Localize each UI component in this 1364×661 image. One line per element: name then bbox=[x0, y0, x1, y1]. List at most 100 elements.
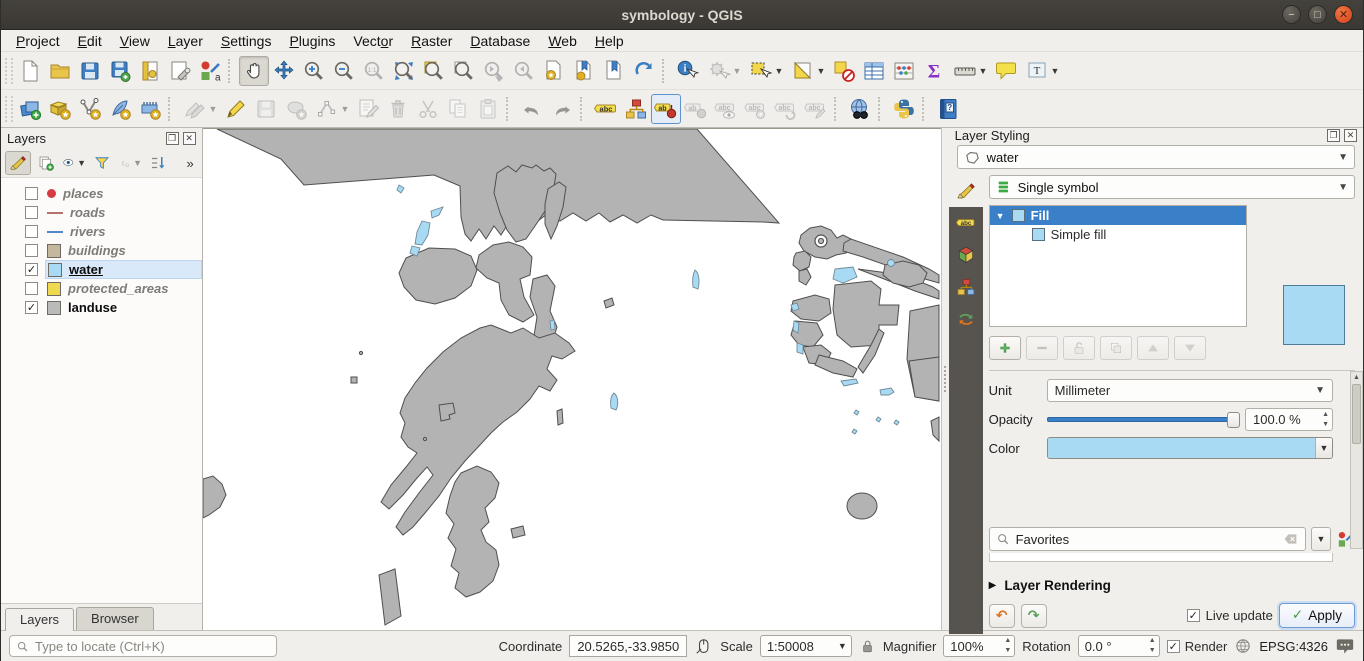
layer-name[interactable]: roads bbox=[70, 205, 105, 220]
save-layer-edits-button[interactable] bbox=[251, 94, 281, 124]
duplicate-symbol-layer-button[interactable] bbox=[1100, 336, 1132, 360]
spin-arrows-icon[interactable]: ▲▼ bbox=[1322, 410, 1329, 430]
pan-map-to-selection-button[interactable] bbox=[269, 56, 299, 86]
layer-row-body[interactable]: protected_areas bbox=[45, 280, 202, 297]
layer-row-body[interactable]: roads bbox=[45, 204, 202, 221]
open-attribute-table-button[interactable] bbox=[859, 56, 889, 86]
zoom-to-layer-button[interactable] bbox=[449, 56, 479, 86]
identify-features-button[interactable] bbox=[673, 56, 703, 86]
add-polygon-feature-button[interactable] bbox=[281, 94, 311, 124]
open-project-button[interactable] bbox=[45, 56, 75, 86]
pan-map-button[interactable] bbox=[239, 56, 269, 86]
color-button[interactable]: ▼ bbox=[1047, 437, 1333, 459]
measure-button[interactable]: ▼ bbox=[949, 56, 991, 86]
save-project-button[interactable] bbox=[75, 56, 105, 86]
deselect-features-button[interactable] bbox=[829, 56, 859, 86]
vertex-tool-button[interactable]: ▼ bbox=[311, 94, 353, 124]
styling-tab-diagrams[interactable] bbox=[949, 271, 983, 303]
layer-visibility-checkbox[interactable] bbox=[25, 206, 38, 219]
menu-edit[interactable]: Edit bbox=[69, 31, 111, 51]
layer-row-rivers[interactable]: rivers bbox=[1, 222, 202, 241]
help-contents-button[interactable] bbox=[933, 94, 963, 124]
messages-icon[interactable] bbox=[1335, 636, 1355, 656]
modify-attributes-button[interactable] bbox=[353, 94, 383, 124]
undo-style-button[interactable]: ↶ bbox=[989, 604, 1015, 628]
scrollbar[interactable]: ▲ bbox=[1350, 371, 1363, 549]
opacity-slider[interactable] bbox=[1047, 408, 1239, 431]
scrollbar-thumb[interactable] bbox=[1352, 384, 1361, 444]
new-virtual-layer-button[interactable] bbox=[135, 94, 165, 124]
layer-row-roads[interactable]: roads bbox=[1, 203, 202, 222]
delete-selected-button[interactable] bbox=[383, 94, 413, 124]
layer-rendering-section[interactable]: ▶ Layer Rendering bbox=[989, 578, 1355, 593]
highlight-pinned-labels-button[interactable] bbox=[651, 94, 681, 124]
show-hide-labels-button[interactable] bbox=[711, 94, 741, 124]
select-by-form-button[interactable]: ▼ bbox=[787, 56, 829, 86]
redo-style-button[interactable]: ↷ bbox=[1021, 604, 1047, 628]
toggle-editing-button[interactable] bbox=[221, 94, 251, 124]
scroll-up-icon[interactable]: ▲ bbox=[1351, 372, 1362, 384]
show-layout-manager-button[interactable] bbox=[165, 56, 195, 86]
styling-panel-float-icon[interactable]: ❐ bbox=[1327, 129, 1340, 142]
layer-row-body[interactable]: water bbox=[45, 260, 202, 279]
close-button[interactable]: ✕ bbox=[1334, 5, 1353, 24]
layer-name[interactable]: places bbox=[63, 186, 103, 201]
new-print-layout-button[interactable] bbox=[135, 56, 165, 86]
pin-unpin-labels-button[interactable] bbox=[681, 94, 711, 124]
layer-visibility-checkbox[interactable] bbox=[25, 244, 38, 257]
layer-row-body[interactable]: landuse bbox=[45, 299, 202, 316]
lock-symbol-layer-button[interactable] bbox=[1063, 336, 1095, 360]
add-symbol-layer-button[interactable] bbox=[989, 336, 1021, 360]
change-label-button[interactable] bbox=[801, 94, 831, 124]
layer-name[interactable]: landuse bbox=[68, 300, 117, 315]
symbol-tree-row-simple-fill[interactable]: Simple fill bbox=[990, 225, 1246, 244]
layer-row-body[interactable]: buildings bbox=[45, 242, 202, 259]
minimize-button[interactable]: − bbox=[1282, 5, 1301, 24]
rotate-label-button[interactable] bbox=[771, 94, 801, 124]
text-annotation-button[interactable]: ▼ bbox=[1021, 56, 1063, 86]
move-down-button[interactable] bbox=[1174, 336, 1206, 360]
toolbar-handle[interactable] bbox=[5, 58, 13, 84]
zoom-in-button[interactable] bbox=[299, 56, 329, 86]
cut-features-button[interactable] bbox=[413, 94, 443, 124]
save-project-as-button[interactable] bbox=[105, 56, 135, 86]
field-calculator-button[interactable] bbox=[889, 56, 919, 86]
menu-view[interactable]: View bbox=[111, 31, 159, 51]
menu-raster[interactable]: Raster bbox=[402, 31, 461, 51]
scale-combobox[interactable]: 1:50008 ▼ bbox=[760, 635, 852, 657]
dropdown-caret-icon[interactable]: ▼ bbox=[209, 104, 218, 114]
run-feature-action-button[interactable]: ▼ bbox=[703, 56, 745, 86]
expand-collapse-all-button[interactable] bbox=[145, 151, 171, 175]
refresh-map-button[interactable] bbox=[629, 56, 659, 86]
menu-web[interactable]: Web bbox=[539, 31, 586, 51]
manage-map-themes-button[interactable]: ▼ bbox=[61, 151, 87, 175]
layer-row-places[interactable]: places bbox=[1, 184, 202, 203]
select-features-button[interactable]: ▼ bbox=[745, 56, 787, 86]
show-spatial-bookmarks-button[interactable] bbox=[569, 56, 599, 86]
crs-value[interactable]: EPSG:4326 bbox=[1259, 639, 1328, 654]
symbol-tree-row-fill[interactable]: ▼Fill bbox=[990, 206, 1246, 225]
dropdown-caret-icon[interactable]: ▼ bbox=[979, 66, 988, 76]
styling-tab-symbology[interactable] bbox=[949, 175, 983, 207]
renderer-dropdown[interactable]: Single symbol ▼ bbox=[989, 175, 1355, 199]
styling-panel-close-icon[interactable]: ✕ bbox=[1344, 129, 1357, 142]
menu-settings[interactable]: Settings bbox=[212, 31, 281, 51]
layer-row-body[interactable]: places bbox=[45, 185, 202, 202]
color-dropdown[interactable]: ▼ bbox=[1315, 438, 1332, 458]
layer-labeling-options-button[interactable] bbox=[591, 94, 621, 124]
toggle-extents-icon[interactable] bbox=[694, 637, 713, 656]
tab-browser[interactable]: Browser bbox=[76, 607, 154, 630]
filter-by-expression-button[interactable]: ▼ bbox=[117, 151, 143, 175]
dropdown-caret-icon[interactable]: ▼ bbox=[1051, 66, 1060, 76]
undo-button[interactable] bbox=[517, 94, 547, 124]
tree-twisty-icon[interactable]: ▼ bbox=[996, 211, 1006, 221]
menu-help[interactable]: Help bbox=[586, 31, 633, 51]
zoom-last-button[interactable] bbox=[479, 56, 509, 86]
remove-symbol-layer-button[interactable] bbox=[1026, 336, 1058, 360]
style-manager-button[interactable] bbox=[195, 56, 225, 86]
filter-legend-button[interactable] bbox=[89, 151, 115, 175]
move-label-button[interactable] bbox=[741, 94, 771, 124]
spin-arrows-icon[interactable]: ▲▼ bbox=[1149, 636, 1156, 656]
dropdown-caret-icon[interactable]: ▼ bbox=[733, 66, 742, 76]
unit-dropdown[interactable]: Millimeter ▼ bbox=[1047, 379, 1333, 402]
